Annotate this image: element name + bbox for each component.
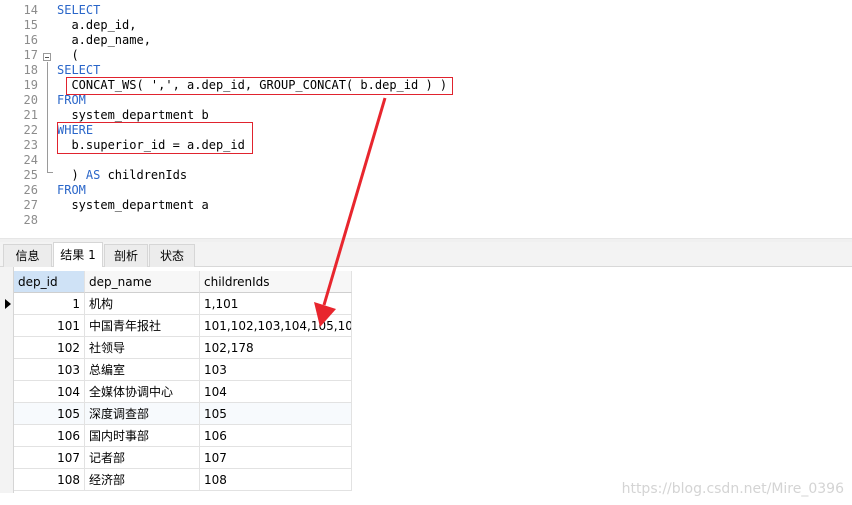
sql-keyword: AS	[85, 168, 101, 182]
sql-keyword: SELECT	[57, 3, 101, 17]
grid-cell-childrenids[interactable]: 106	[200, 425, 352, 447]
code-line: 24	[0, 153, 38, 168]
fold-guide-end	[47, 172, 53, 173]
tab-profile[interactable]: 剖析	[104, 244, 148, 267]
sql-text: a.dep_id,	[57, 18, 137, 32]
line-number: 28	[23, 213, 38, 227]
result-tabs: 信息 结果 1 剖析 状态	[0, 242, 852, 267]
grid-cell-dep-name[interactable]: 总编室	[85, 359, 200, 381]
code-text: system_department a	[57, 198, 209, 213]
code-line: 27 system_department a	[0, 198, 209, 213]
line-number: 20	[23, 93, 38, 107]
current-row-pointer-icon	[5, 299, 11, 309]
code-line: 22 WHERE	[0, 123, 94, 138]
code-line: 17 (	[0, 48, 79, 63]
grid-cell-childrenids[interactable]: 101,102,103,104,105,106,1	[200, 315, 352, 337]
sql-text: )	[57, 168, 86, 182]
code-line: 14 SELECT	[0, 3, 101, 18]
column-header-dep-id[interactable]: dep_id	[14, 271, 85, 293]
code-text: system_department b	[57, 108, 209, 123]
line-number: 22	[23, 123, 38, 137]
highlight-concat-box	[66, 77, 453, 95]
column-header-dep-name[interactable]: dep_name	[85, 271, 200, 293]
grid-cell-childrenids[interactable]: 104	[200, 381, 352, 403]
code-line: 16 a.dep_name,	[0, 33, 151, 48]
sql-text: system_department a	[57, 198, 209, 212]
grid-cell-dep-name[interactable]: 全媒体协调中心	[85, 381, 200, 403]
sql-text: system_department b	[57, 108, 209, 122]
grid-cell-dep-id[interactable]: 108	[14, 469, 85, 491]
fold-guide	[47, 62, 48, 172]
line-number: 18	[23, 63, 38, 77]
code-line: 18 SELECT	[0, 63, 101, 78]
code-line: 21 system_department b	[0, 108, 209, 123]
tab-status[interactable]: 状态	[149, 244, 195, 267]
code-line: 15 a.dep_id,	[0, 18, 137, 33]
grid-cell-childrenids[interactable]: 105	[200, 403, 352, 425]
line-number: 15	[23, 18, 38, 32]
grid-cell-dep-id[interactable]: 102	[14, 337, 85, 359]
sql-text: (	[57, 48, 79, 62]
grid-cell-childrenids[interactable]: 103	[200, 359, 352, 381]
sql-text: childrenIds	[100, 168, 188, 182]
line-number: 21	[23, 108, 38, 122]
line-number: 24	[23, 153, 38, 167]
code-line: 25 ) AS childrenIds	[0, 168, 188, 183]
line-number: 14	[23, 3, 38, 17]
code-line: 23 b.superior_id = a.dep_id	[0, 138, 245, 153]
grid-cell-dep-name[interactable]: 社领导	[85, 337, 200, 359]
code-text: a.dep_id,	[57, 18, 136, 33]
code-text: SELECT	[57, 63, 100, 78]
grid-cell-dep-name[interactable]: 经济部	[85, 469, 200, 491]
grid-cell-childrenids[interactable]: 108	[200, 469, 352, 491]
highlight-where-box	[57, 122, 253, 154]
grid-cell-dep-id[interactable]: 104	[14, 381, 85, 403]
grid-cell-dep-id[interactable]: 103	[14, 359, 85, 381]
tab-info[interactable]: 信息	[3, 244, 52, 267]
watermark: https://blog.csdn.net/Mire_0396	[621, 481, 844, 497]
grid-cell-dep-name[interactable]: 记者部	[85, 447, 200, 469]
code-text: SELECT	[57, 3, 100, 18]
tab-result-1[interactable]: 结果 1	[53, 242, 103, 267]
line-number: 23	[23, 138, 38, 152]
fold-toggle-icon[interactable]	[43, 53, 51, 61]
grid-cell-childrenids[interactable]: 107	[200, 447, 352, 469]
grid-cell-dep-name[interactable]: 国内时事部	[85, 425, 200, 447]
code-text: (	[57, 48, 79, 63]
line-number: 26	[23, 183, 38, 197]
sql-editor[interactable]: 14 SELECT 15 a.dep_id, 16 a.dep_name, 17 (18…	[0, 0, 852, 238]
code-text: FROM	[57, 93, 86, 108]
code-text: FROM	[57, 183, 86, 198]
sql-keyword: FROM	[57, 183, 86, 197]
code-line: 28	[0, 213, 38, 228]
grid-cell-dep-id[interactable]: 106	[14, 425, 85, 447]
sql-keyword: FROM	[57, 93, 86, 107]
code-text: a.dep_name,	[57, 33, 151, 48]
line-number: 25	[23, 168, 38, 182]
line-number: 17	[23, 48, 38, 62]
grid-cell-dep-id[interactable]: 1	[14, 293, 85, 315]
grid-cell-dep-id[interactable]: 105	[14, 403, 85, 425]
grid-cell-childrenids[interactable]: 1,101	[200, 293, 352, 315]
column-header-childrenids[interactable]: childrenIds	[200, 271, 352, 293]
code-line: 26 FROM	[0, 183, 86, 198]
code-line: 20 FROM	[0, 93, 86, 108]
line-number: 27	[23, 198, 38, 212]
grid-cell-dep-name[interactable]: 机构	[85, 293, 200, 315]
sql-keyword: SELECT	[57, 63, 101, 77]
grid-cell-dep-id[interactable]: 107	[14, 447, 85, 469]
line-number: 19	[23, 78, 38, 92]
sql-text: a.dep_name,	[57, 33, 151, 47]
result-grid[interactable]: dep_id dep_name childrenIds 1 机构 1,101 101 中国青年…	[0, 267, 852, 505]
code-text: ) AS childrenIds	[57, 168, 187, 183]
grid-cell-dep-name[interactable]: 中国青年报社	[85, 315, 200, 337]
code-line: 19 CONCAT_WS( ',', a.dep_id, GROUP_CONCA…	[0, 78, 448, 93]
grid-cell-childrenids[interactable]: 102,178	[200, 337, 352, 359]
grid-cell-dep-name[interactable]: 深度调查部	[85, 403, 200, 425]
grid-cell-dep-id[interactable]: 101	[14, 315, 85, 337]
line-number: 16	[23, 33, 38, 47]
